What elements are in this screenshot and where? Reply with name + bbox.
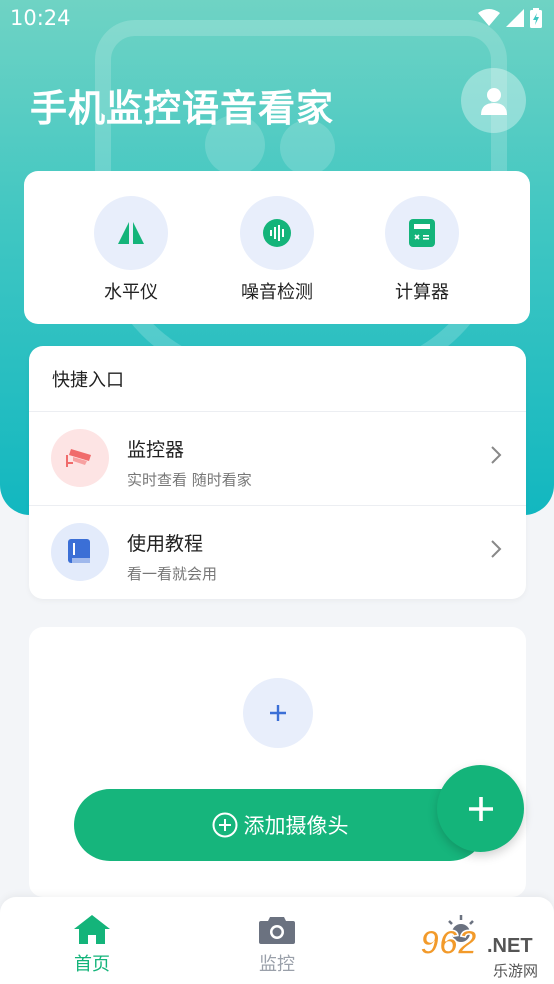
tool-icon-bg bbox=[240, 196, 314, 270]
calculator-icon bbox=[409, 219, 435, 247]
tool-calculator[interactable]: 计算器 bbox=[362, 196, 482, 304]
nav-label: 首页 bbox=[74, 954, 110, 975]
nav-label: 监控 bbox=[259, 954, 295, 975]
list-item-monitor[interactable]: 监控器 实时查看 随时看家 bbox=[29, 411, 526, 505]
plus-circle-icon bbox=[212, 812, 237, 838]
status-time: 10:24 bbox=[10, 6, 71, 30]
svg-text:962: 962 bbox=[420, 924, 477, 962]
status-bar: 10:24 bbox=[0, 0, 554, 38]
book-icon bbox=[68, 539, 90, 563]
chevron-right-icon bbox=[491, 540, 502, 558]
watermark-logo: 962 .NET 乐游网 bbox=[419, 923, 538, 980]
row-icon-bg bbox=[51, 523, 109, 581]
svg-text:乐游网: 乐游网 bbox=[493, 962, 538, 980]
plus-icon bbox=[270, 705, 286, 721]
user-icon bbox=[480, 87, 507, 115]
tools-card: 水平仪 噪音检测 计算器 bbox=[24, 171, 530, 324]
sound-wave-icon bbox=[263, 219, 291, 247]
row-subtitle: 实时查看 随时看家 bbox=[127, 471, 252, 489]
list-item-tutorial[interactable]: 使用教程 看一看就会用 bbox=[29, 505, 526, 599]
level-icon bbox=[118, 222, 144, 244]
add-device-button[interactable] bbox=[243, 678, 313, 748]
status-icons bbox=[478, 8, 542, 28]
tool-label: 计算器 bbox=[395, 282, 449, 303]
tool-noise-detect[interactable]: 噪音检测 bbox=[217, 196, 337, 304]
add-camera-label: 添加摄像头 bbox=[243, 814, 349, 838]
tool-icon-bg bbox=[94, 196, 168, 270]
nav-item-monitor[interactable]: 监控 bbox=[237, 913, 317, 976]
tool-label: 水平仪 bbox=[104, 282, 158, 303]
signal-icon bbox=[506, 9, 524, 27]
user-avatar-button[interactable] bbox=[461, 68, 526, 133]
quick-entry-card: 快捷入口 监控器 实时查看 随时看家 使用教程 看一看就会用 bbox=[29, 346, 526, 599]
camera-monitor-icon bbox=[66, 449, 91, 467]
add-camera-button[interactable]: 添加摄像头 bbox=[74, 789, 486, 861]
wifi-icon bbox=[478, 9, 500, 26]
row-icon-bg bbox=[51, 429, 109, 487]
svg-text:.NET: .NET bbox=[487, 935, 533, 957]
quick-entry-title: 快捷入口 bbox=[52, 370, 124, 391]
row-title: 监控器 bbox=[127, 439, 185, 461]
tool-label: 噪音检测 bbox=[241, 282, 313, 303]
tool-level[interactable]: 水平仪 bbox=[71, 196, 191, 304]
nav-item-home[interactable]: 首页 bbox=[52, 913, 132, 976]
app-title: 手机监控语音看家 bbox=[30, 87, 334, 130]
chevron-right-icon bbox=[491, 446, 502, 464]
row-title: 使用教程 bbox=[127, 533, 204, 555]
plus-icon bbox=[468, 796, 493, 821]
home-icon bbox=[74, 915, 110, 944]
floating-add-button[interactable] bbox=[437, 765, 524, 852]
battery-icon bbox=[530, 8, 542, 28]
tool-icon-bg bbox=[385, 196, 459, 270]
row-subtitle: 看一看就会用 bbox=[127, 565, 218, 583]
camera-icon bbox=[259, 917, 295, 944]
